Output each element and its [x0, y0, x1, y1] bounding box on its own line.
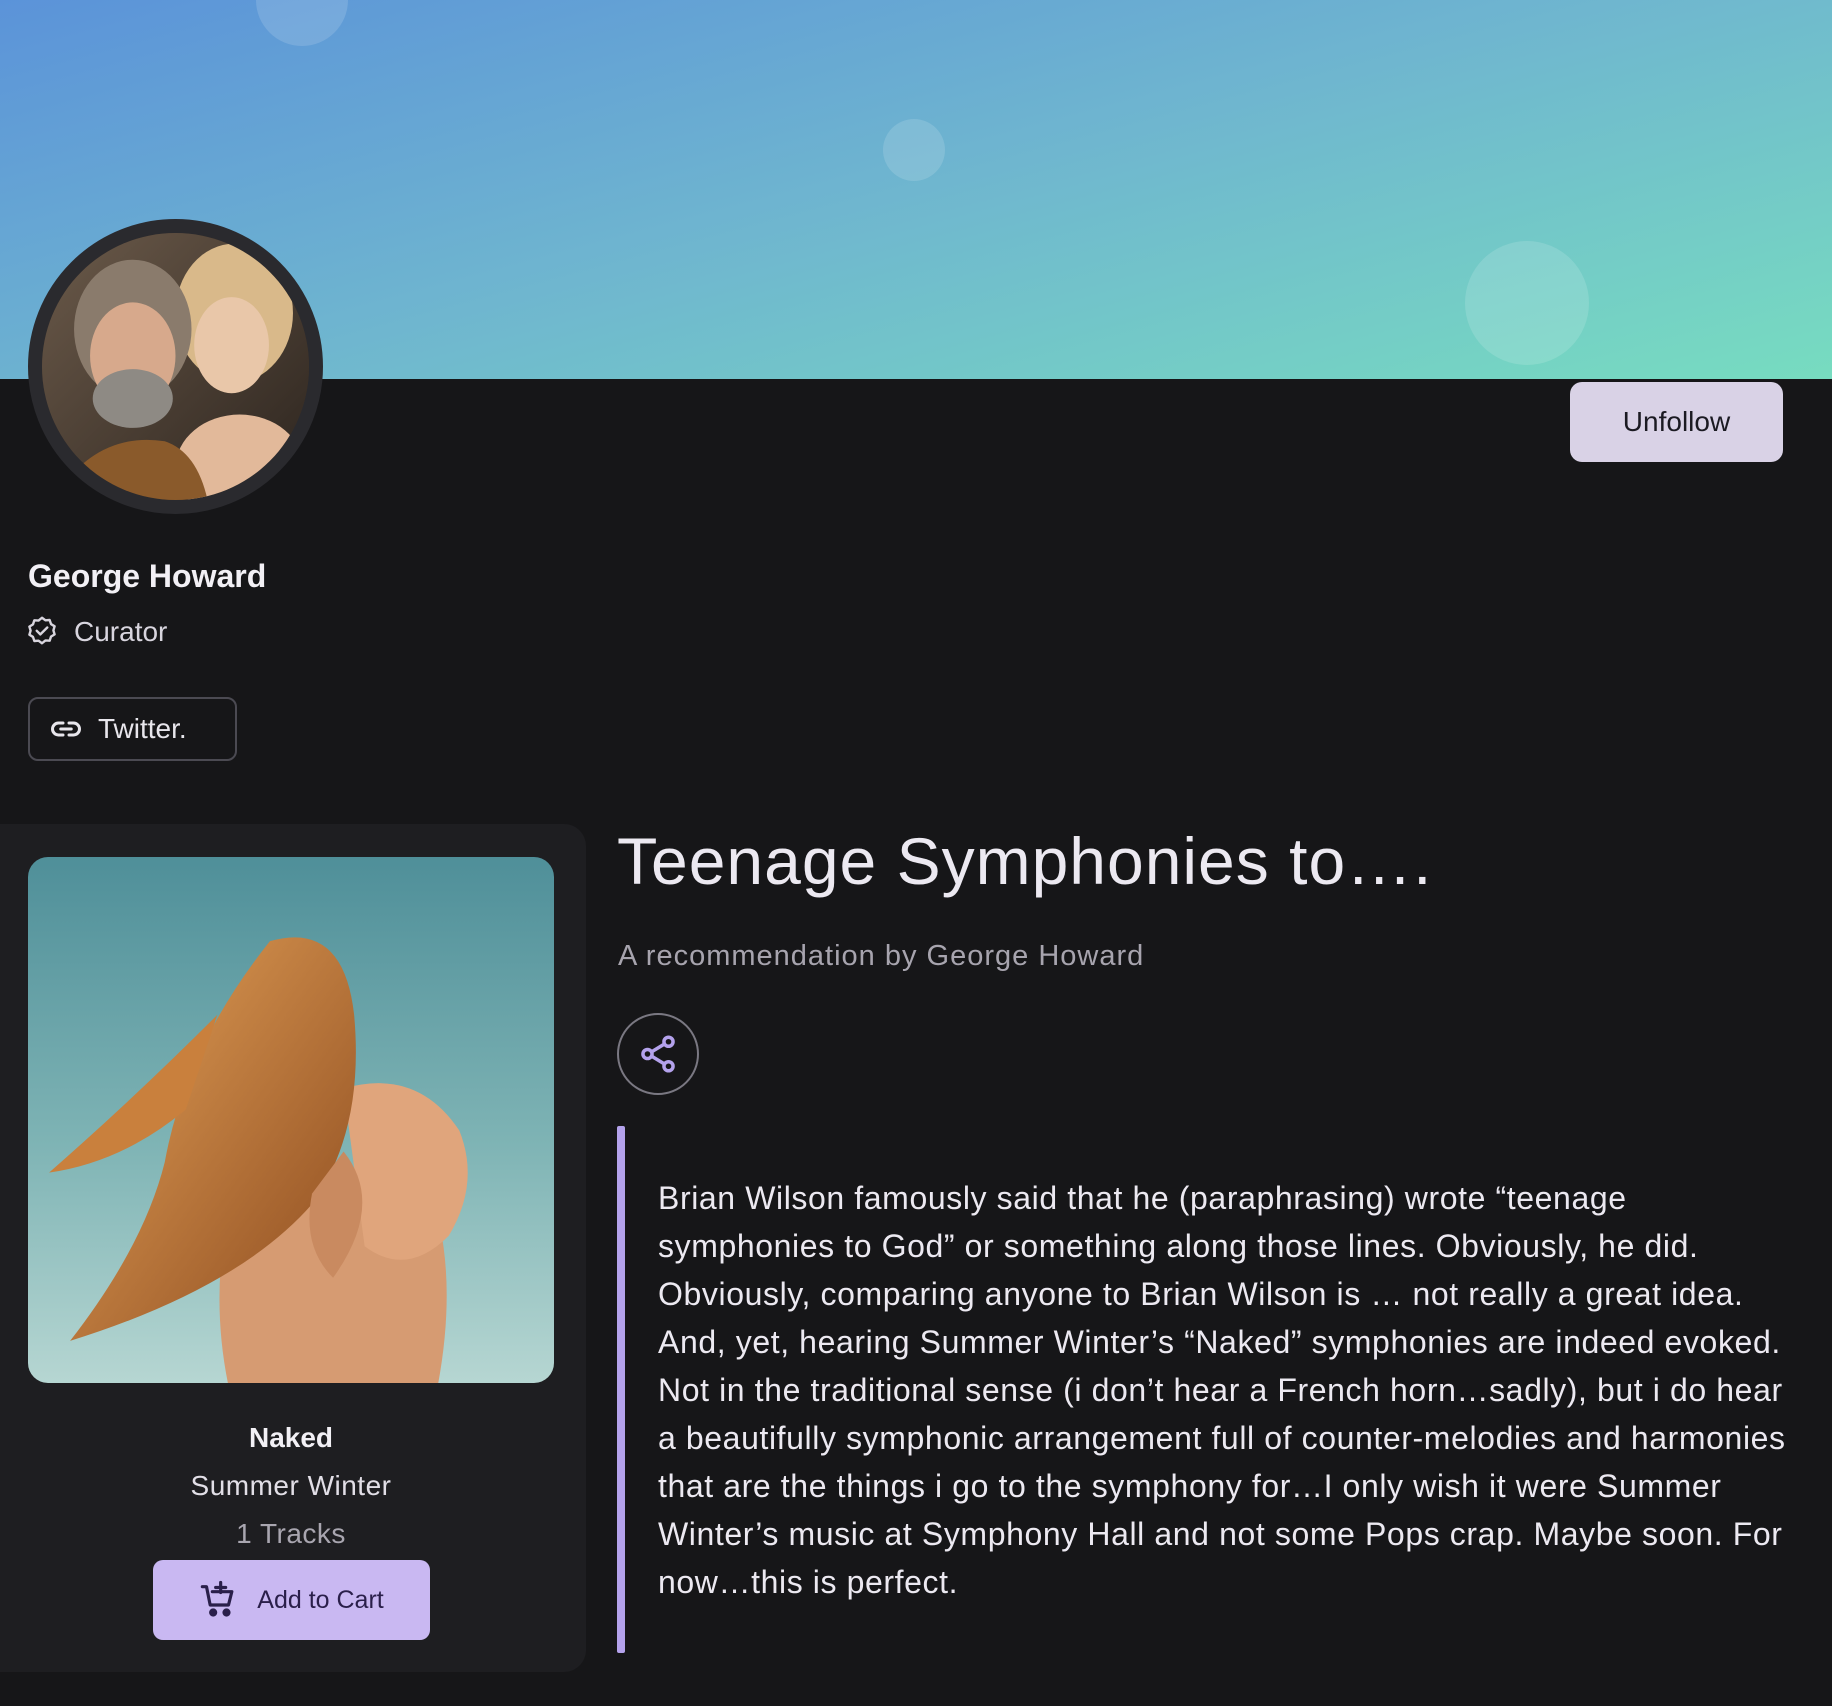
- banner-bubble: [1465, 241, 1589, 365]
- banner-bubble: [883, 119, 945, 181]
- album-track-count: 1 Tracks: [236, 1518, 346, 1549]
- link-icon: [51, 721, 81, 737]
- cart-plus-icon: [201, 1580, 234, 1617]
- recommendation-body: Brian Wilson famously said that he (para…: [658, 1180, 1786, 1600]
- role-label: Curator: [74, 616, 168, 647]
- profile-name: George Howard: [28, 558, 267, 594]
- banner-bubble: [256, 0, 348, 46]
- verified-badge-icon: [28, 616, 56, 645]
- album-artist[interactable]: Summer Winter: [0, 1470, 582, 1502]
- share-button[interactable]: [617, 1013, 699, 1095]
- album-card: Naked Summer Winter 1 Tracks Add to Cart: [0, 824, 586, 1672]
- add-to-cart-button[interactable]: Add to Cart: [153, 1560, 430, 1640]
- recommendation-title: Teenage Symphonies to….: [617, 824, 1433, 898]
- role-badge: Curator: [24, 612, 167, 652]
- album-title: Naked: [248, 1422, 334, 1453]
- profile-page: Unfollow George Howard Curator Twitter.: [0, 0, 1832, 1706]
- recommendation-byline: A recommendation by George Howard: [618, 940, 1145, 972]
- avatar: [28, 219, 323, 514]
- link-label: Twitter.: [98, 713, 187, 744]
- album-cover[interactable]: [28, 857, 554, 1383]
- add-to-cart-label: Add to Cart: [257, 1585, 384, 1614]
- unfollow-button[interactable]: Unfollow: [1570, 382, 1783, 462]
- share-icon: [641, 1035, 675, 1073]
- twitter-link-button[interactable]: Twitter.: [28, 697, 237, 761]
- quote-accent-bar: [617, 1126, 625, 1653]
